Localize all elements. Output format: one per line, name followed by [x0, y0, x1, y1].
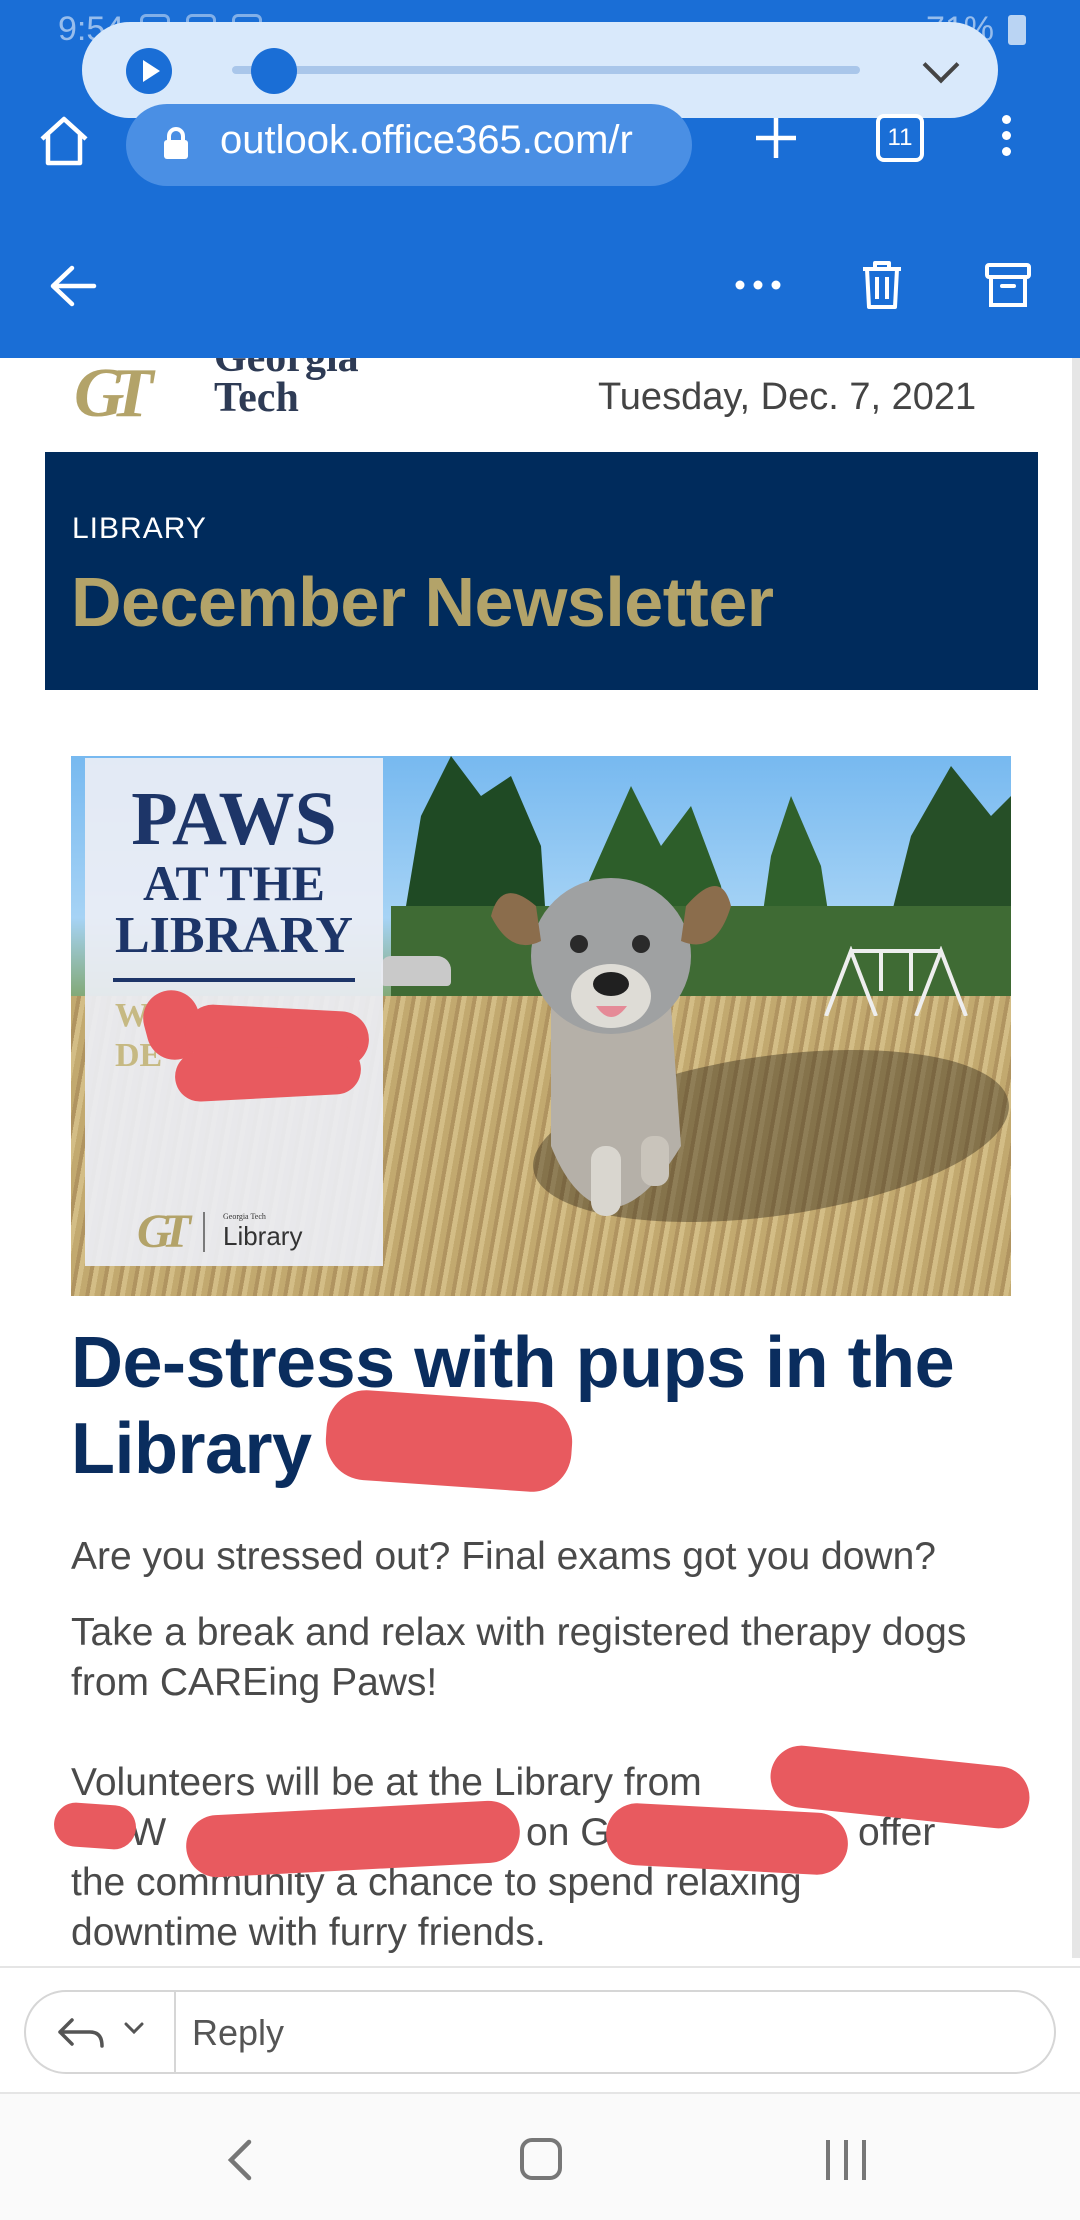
hero-image[interactable]: PAWS AT THE LIBRARY W DE GT Georgia Tech… — [71, 756, 1011, 1296]
archive-icon[interactable] — [984, 261, 1032, 309]
message-action-bar — [0, 213, 1080, 358]
paws-title-line3: LIBRARY — [115, 907, 353, 964]
georgia-tech-logo: GT Georgia Tech — [74, 358, 359, 432]
redaction-mark — [323, 1387, 575, 1495]
reply-icon — [58, 2018, 104, 2048]
email-date: Tuesday, Dec. 7, 2021 — [598, 376, 977, 418]
tab-switcher-button[interactable]: 11 — [876, 114, 924, 162]
library-wordmark: Georgia Tech Library — [223, 1212, 302, 1252]
swing-set — [824, 946, 968, 1016]
address-bar[interactable]: outlook.office365.com/r — [126, 104, 692, 186]
more-icon[interactable] — [734, 277, 782, 293]
divider — [113, 978, 355, 982]
gt-monogram: GT — [74, 358, 153, 432]
article-paragraph-3-line-2b: on G — [526, 1811, 611, 1854]
back-arrow-icon[interactable] — [48, 263, 98, 309]
article-paragraph-3-line-4: downtime with furry friends. — [71, 1911, 546, 1954]
paws-title-line2: AT THE — [142, 855, 326, 911]
article-paragraph-2: Take a break and relax with registered t… — [71, 1611, 967, 1704]
media-progress-track[interactable] — [232, 66, 860, 74]
banner-kicker: LIBRARY — [72, 512, 207, 545]
nav-home-icon[interactable] — [520, 2138, 562, 2180]
reply-options-button[interactable] — [26, 1992, 176, 2072]
redaction-mark — [604, 1801, 850, 1877]
puppy-illustration — [491, 878, 731, 1216]
redaction-mark — [173, 1043, 363, 1103]
article-paragraph-1: Are you stressed out? Final exams got yo… — [71, 1535, 936, 1578]
trash-icon[interactable] — [860, 259, 904, 311]
redaction-mark — [52, 1801, 138, 1851]
url-text: outlook.office365.com/r — [220, 118, 633, 162]
lock-icon — [164, 127, 188, 159]
reply-label: Reply — [192, 2012, 285, 2053]
library-logo-label: Library — [222, 1220, 303, 1251]
media-progress-thumb[interactable] — [250, 48, 297, 94]
home-icon[interactable] — [38, 115, 90, 167]
chevron-down-icon[interactable] — [922, 46, 960, 84]
chevron-down-icon — [124, 2022, 144, 2035]
nav-recents-icon[interactable] — [826, 2140, 866, 2180]
reply-bar: Reply — [0, 1966, 1080, 2094]
browser-toolbar: 9:54 71% outlook.office365.com/r 11 — [0, 0, 1080, 213]
android-nav-bar — [0, 2094, 1080, 2220]
gt-wordmark: Georgia Tech — [214, 358, 359, 421]
gt-monogram-small: GT — [137, 1205, 191, 1258]
divider — [202, 1211, 205, 1252]
newsletter-banner: LIBRARY December Newsletter — [45, 452, 1038, 690]
battery-icon — [1008, 14, 1026, 45]
email-body[interactable]: GT Georgia Tech Tuesday, Dec. 7, 2021 LIB… — [0, 358, 1080, 1966]
article-paragraph-3-line-1: Volunteers will be at the Library from — [71, 1761, 702, 1804]
kebab-menu-icon[interactable] — [996, 110, 1016, 166]
library-logo-small: Georgia Tech — [222, 1211, 266, 1221]
nav-back-icon[interactable] — [225, 2138, 255, 2182]
play-icon[interactable] — [126, 48, 172, 94]
library-logo: GT Georgia Tech Library — [137, 1204, 302, 1259]
banner-title: December Newsletter — [71, 563, 774, 641]
paws-title-line1: PAWS — [131, 777, 337, 861]
new-tab-plus-icon[interactable] — [752, 114, 800, 162]
reply-input[interactable]: Reply — [24, 1990, 1056, 2074]
paws-at-the-library-card: PAWS AT THE LIBRARY W DE GT Georgia Tech… — [85, 758, 383, 1266]
car-shape — [381, 956, 451, 986]
scrollbar[interactable] — [1072, 358, 1080, 1958]
